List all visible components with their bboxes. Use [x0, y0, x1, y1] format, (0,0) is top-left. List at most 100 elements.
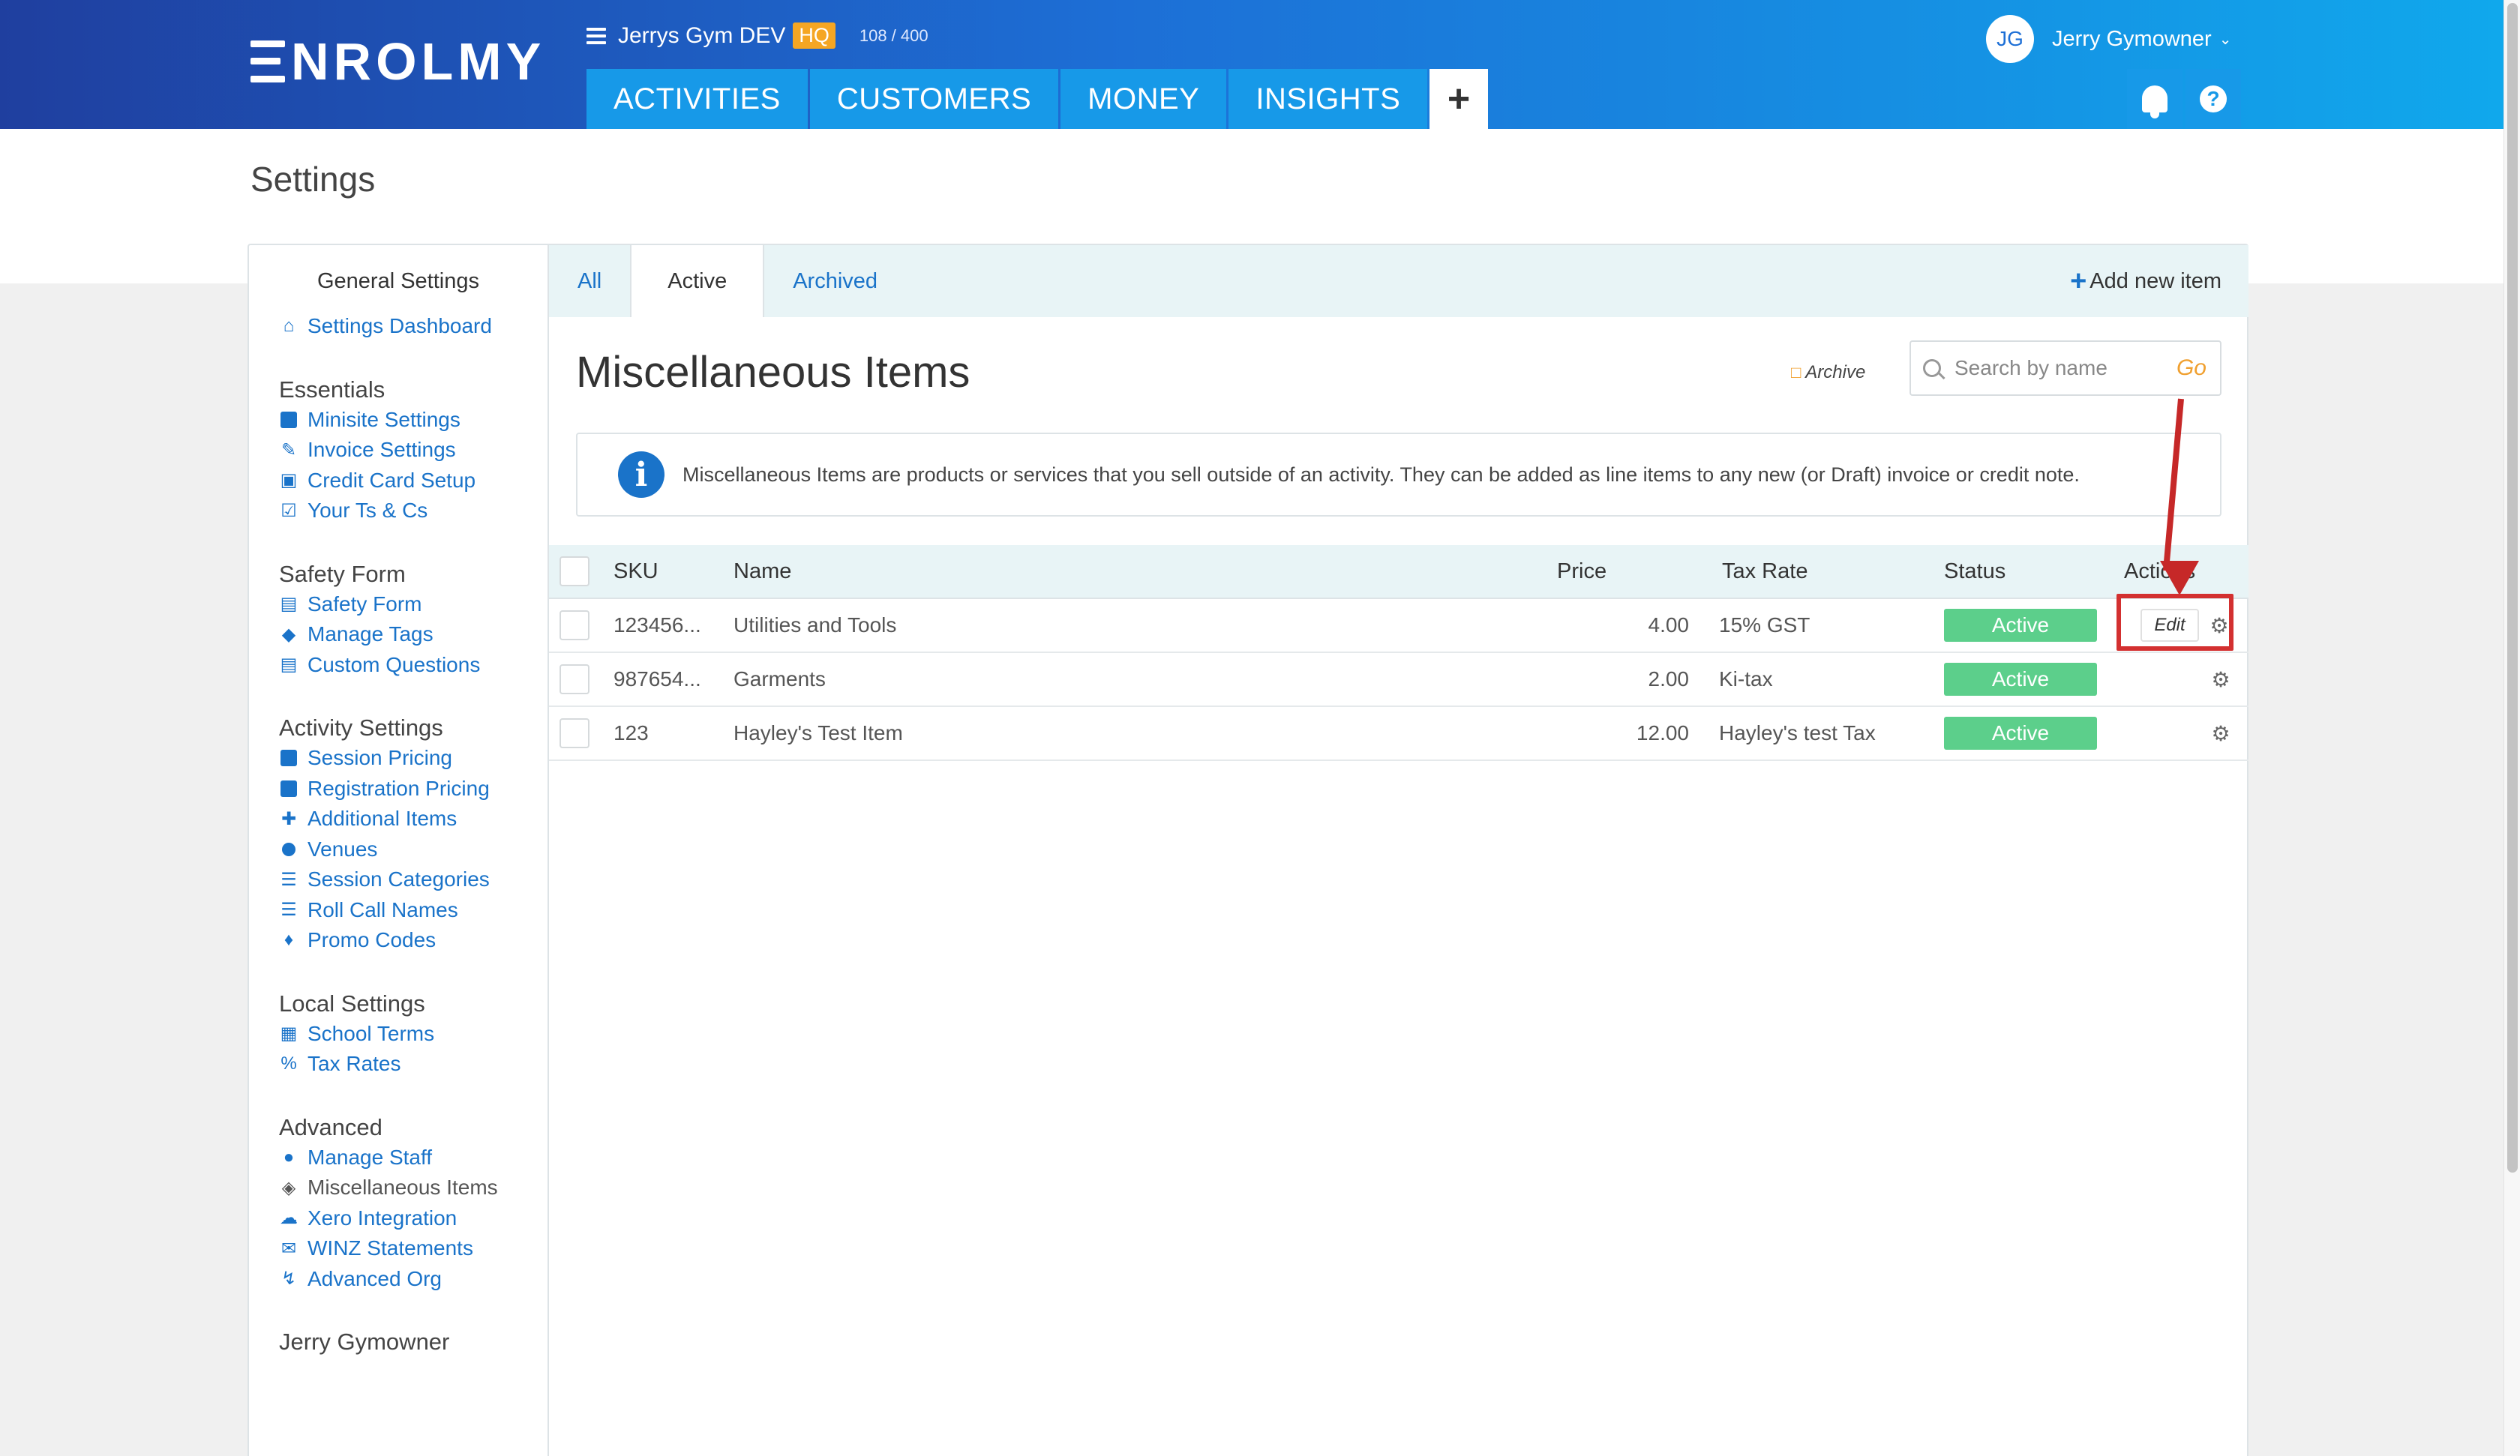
sidebar-item-venues[interactable]: Venues	[279, 834, 548, 865]
nav-tab-activities[interactable]: ACTIVITIES	[586, 69, 808, 129]
select-all-checkbox[interactable]	[560, 556, 590, 586]
col-sku[interactable]: SKU	[614, 559, 734, 584]
sidebar-item-session-pricing[interactable]: Session Pricing	[279, 743, 548, 774]
sidebar-item-label: Session Categories	[308, 867, 490, 891]
main-nav: ACTIVITIES CUSTOMERS MONEY INSIGHTS +	[586, 69, 1490, 129]
sidebar-item-label: Safety Form	[308, 592, 422, 616]
row-checkbox[interactable]	[560, 664, 590, 694]
row-checkbox[interactable]	[560, 610, 590, 640]
file-icon: ▤	[280, 655, 298, 676]
sidebar-item-label: Registration Pricing	[308, 776, 490, 800]
gear-icon[interactable]: ⚙	[2211, 668, 2230, 691]
sidebar-section-activity-settings: Activity Settings	[279, 715, 443, 741]
row-checkbox[interactable]	[560, 718, 590, 748]
sidebar-section-safety-form: Safety Form	[279, 560, 406, 587]
sidebar-item-school-terms[interactable]: ▦ School Terms	[279, 1019, 548, 1050]
sidebar-item-roll-call-names[interactable]: ☰ Roll Call Names	[279, 895, 548, 926]
sidebar-section-essentials: Essentials	[279, 376, 386, 403]
info-icon: i	[618, 451, 664, 498]
archive-button[interactable]: □ Archive	[1791, 362, 1865, 383]
nav-tab-customers[interactable]: CUSTOMERS	[809, 69, 1059, 129]
col-status[interactable]: Status	[1944, 559, 2124, 584]
money-icon: ▣	[280, 470, 298, 491]
chevron-down-icon: ⌄	[2218, 31, 2232, 48]
items-table: SKU Name Price Tax Rate Status Actions 1…	[549, 545, 2248, 761]
table-row: 123 Hayley's Test Item 12.00 Hayley's te…	[549, 707, 2248, 761]
sidebar-heading: General Settings	[316, 268, 479, 293]
help-button[interactable]: ?	[2186, 69, 2241, 129]
cell-tax-rate: 15% GST	[1719, 613, 1810, 637]
sidebar-item-manage-tags[interactable]: ◆ Manage Tags	[279, 619, 548, 650]
sidebar-item-label: Settings Dashboard	[308, 314, 492, 338]
add-new-item-button[interactable]: + Add new item	[2070, 245, 2222, 317]
nav-tab-insights[interactable]: INSIGHTS	[1228, 69, 1428, 129]
sidebar-item-safety-form[interactable]: ▤ Safety Form	[279, 589, 548, 620]
sidebar-item-label: Additional Items	[308, 807, 458, 831]
sidebar-item-miscellaneous-items[interactable]: ◈ Miscellaneous Items	[279, 1173, 548, 1203]
info-text: Miscellaneous Items are products or serv…	[682, 463, 2080, 486]
tab-archived[interactable]: Archived	[764, 245, 906, 317]
sidebar-item-label: Roll Call Names	[308, 897, 458, 921]
plus-icon[interactable]: +	[1430, 69, 1489, 129]
sidebar-item-manage-staff[interactable]: ● Manage Staff	[279, 1143, 548, 1173]
enrolmy-logo[interactable]: NROLMY	[250, 32, 545, 91]
map-marker-icon	[279, 840, 298, 859]
sidebar-item-custom-questions[interactable]: ▤ Custom Questions	[279, 650, 548, 681]
sidebar-item-label: Custom Questions	[308, 652, 481, 676]
annotation-highlight-box	[2116, 594, 2234, 651]
settings-card: General Settings ⌂ Settings Dashboard Es…	[248, 244, 2248, 1456]
sidebar-item-credit-card-setup[interactable]: ▣ Credit Card Setup	[279, 466, 548, 496]
sidebar-item-settings-dashboard[interactable]: ⌂ Settings Dashboard	[279, 311, 548, 342]
page-scrollbar[interactable]	[2504, 0, 2520, 1456]
sidebar-item-xero-integration[interactable]: ☁ Xero Integration	[279, 1203, 548, 1234]
trash-icon: □	[1791, 363, 1802, 382]
table-row: 123456... Utilities and Tools 4.00 15% G…	[549, 599, 2248, 653]
cubes-icon: ◈	[281, 1177, 296, 1198]
nav-tab-money[interactable]: MONEY	[1060, 69, 1227, 129]
cell-sku: 123	[614, 721, 649, 744]
table-header: SKU Name Price Tax Rate Status Actions	[549, 545, 2248, 599]
sidebar-item-additional-items[interactable]: ✚ Additional Items	[279, 804, 548, 834]
logo-e-mark	[250, 40, 285, 82]
col-tax-rate[interactable]: Tax Rate	[1704, 559, 1944, 584]
search-input[interactable]: Search by name	[1954, 356, 2176, 380]
ticket-icon: ♦	[284, 930, 294, 951]
sidebar-item-winz-statements[interactable]: ✉ WINZ Statements	[279, 1233, 548, 1264]
sidebar-section-local-settings: Local Settings	[279, 990, 425, 1017]
search-go-button[interactable]: Go	[2176, 355, 2206, 381]
sidebar-item-minisite-settings[interactable]: Minisite Settings	[279, 405, 548, 436]
tab-all[interactable]: All	[549, 245, 630, 317]
sidebar-item-registration-pricing[interactable]: Registration Pricing	[279, 774, 548, 804]
cell-name: Garments	[734, 667, 826, 691]
list-icon: ☰	[280, 869, 297, 890]
table-row: 987654... Garments 2.00 Ki-tax Active ⚙	[549, 653, 2248, 707]
org-switcher[interactable]: Jerrys Gym DEV HQ 108 / 400	[586, 22, 928, 49]
sidebar-item-label: Session Pricing	[308, 746, 452, 770]
sidebar-item-invoice-settings[interactable]: ✎ Invoice Settings	[279, 435, 548, 466]
sidebar-item-label: Xero Integration	[308, 1206, 458, 1230]
sidebar-item-promo-codes[interactable]: ♦ Promo Codes	[279, 925, 548, 956]
sidebar-item-advanced-org[interactable]: ↯ Advanced Org	[279, 1264, 548, 1295]
col-name[interactable]: Name	[734, 559, 1544, 584]
user-menu[interactable]: JG Jerry Gymowner ⌄	[1986, 15, 2231, 63]
briefcase-icon	[279, 748, 298, 768]
sidebar-item-label: School Terms	[308, 1021, 435, 1045]
sidebar-item-your-ts-cs[interactable]: ☑ Your Ts & Cs	[279, 496, 548, 526]
info-banner: i Miscellaneous Items are products or se…	[576, 433, 2222, 517]
hamburger-menu-icon[interactable]	[586, 27, 606, 44]
list-icon: ☰	[280, 900, 297, 921]
col-price[interactable]: Price	[1544, 559, 1704, 584]
tab-active[interactable]: Active	[630, 245, 765, 317]
org-name: Jerrys Gym DEV	[618, 22, 786, 48]
cell-tax-rate: Ki-tax	[1719, 667, 1773, 691]
bolt-icon: ↯	[280, 1269, 297, 1290]
sidebar-item-tax-rates[interactable]: % Tax Rates	[279, 1049, 548, 1080]
sidebar-item-label: Manage Staff	[308, 1145, 433, 1169]
sidebar-item-label: Venues	[308, 837, 378, 861]
scrollbar-thumb[interactable]	[2507, 3, 2518, 1173]
notifications-button[interactable]	[2127, 69, 2182, 129]
gear-icon[interactable]: ⚙	[2211, 722, 2230, 745]
calendar-icon: ▦	[280, 1023, 298, 1044]
sidebar-item-session-categories[interactable]: ☰ Session Categories	[279, 864, 548, 895]
envelope-icon: ✉	[280, 1238, 297, 1259]
